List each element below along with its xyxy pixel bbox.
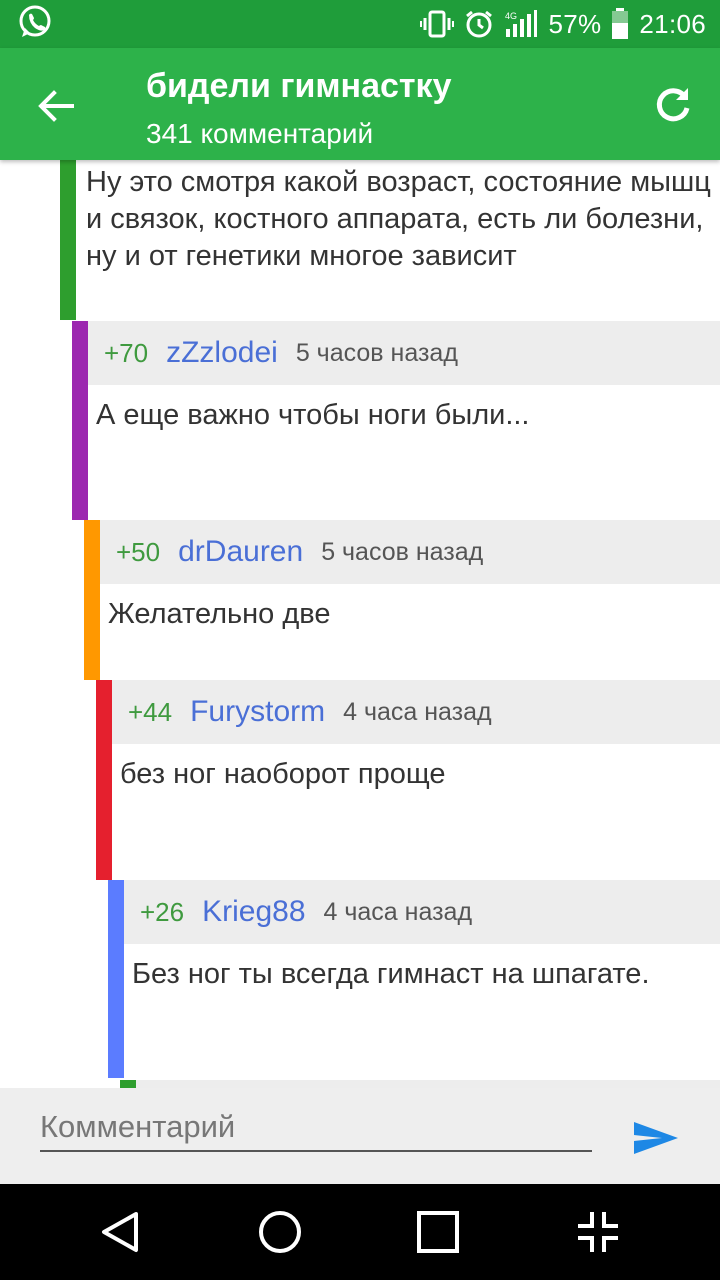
- refresh-icon: [656, 88, 690, 122]
- comment-time: 4 часа назад: [323, 897, 473, 926]
- comment[interactable]: +50 drDauren 5 часов назад Желательно дв…: [0, 520, 720, 680]
- collapse-icon: [578, 1212, 618, 1252]
- comment-author[interactable]: Furystorm: [190, 695, 325, 729]
- send-button[interactable]: [632, 1118, 680, 1158]
- comment: Ну это смотря какой возраст, состояние м…: [0, 160, 720, 320]
- comment-header: +50 drDauren 5 часов назад: [100, 520, 720, 584]
- comment[interactable]: +44 Furystorm 4 часа назад без ног наобо…: [0, 680, 720, 880]
- comment-time: 5 часов назад: [295, 338, 458, 367]
- comment-header: +70 zZzlodei 5 часов назад: [88, 321, 720, 385]
- clock: 21:06: [639, 8, 706, 39]
- nav-home-button[interactable]: [256, 1208, 304, 1256]
- comment-score: +26: [140, 896, 185, 927]
- thread-depth-bar: [72, 321, 88, 520]
- svg-text:4G: 4G: [505, 11, 517, 21]
- status-bar: 4G 57% 21:06: [0, 0, 720, 48]
- nav-collapse-button[interactable]: [574, 1208, 622, 1256]
- back-triangle-icon: [102, 1212, 138, 1252]
- thread-depth-bar: [108, 880, 124, 1078]
- comment-header: +44 Furystorm 4 часа назад: [112, 680, 720, 744]
- comment-score: +44: [128, 696, 173, 727]
- comments-list[interactable]: Ну это смотря какой возраст, состояние м…: [0, 160, 720, 1088]
- refresh-button[interactable]: [652, 84, 694, 126]
- signal-icon: 4G: [504, 9, 538, 39]
- comment-time: 5 часов назад: [321, 537, 484, 566]
- thread-depth-bar: [96, 680, 112, 880]
- comment-text: Без ног ты всегда гимнаст на шпагате.: [132, 958, 650, 990]
- home-circle-icon: [259, 1211, 301, 1253]
- comment-author[interactable]: drDauren: [178, 535, 303, 569]
- alarm-icon: [464, 9, 494, 39]
- back-button[interactable]: [36, 86, 76, 126]
- whatsapp-icon: [16, 3, 54, 46]
- navigation-bar: [0, 1184, 720, 1280]
- thread-depth-bar: [120, 1080, 136, 1088]
- nav-recents-button[interactable]: [414, 1208, 462, 1256]
- comment[interactable]: +70 zZzlodei 5 часов назад А еще важно ч…: [0, 321, 720, 520]
- app-bar: бидели гимнастку 341 комментарий: [0, 48, 720, 160]
- comment-header: +26 Krieg88 4 часа назад: [124, 880, 720, 944]
- recents-square-icon: [417, 1211, 459, 1253]
- comment-input[interactable]: [40, 1104, 592, 1152]
- comment-author[interactable]: Krieg88: [202, 895, 305, 929]
- comment-author[interactable]: zZzlodei: [166, 336, 278, 370]
- comment-input-bar: [0, 1088, 720, 1184]
- comment-score: +70: [104, 337, 149, 368]
- next-comment-stub: [0, 1080, 720, 1088]
- title-block: бидели гимнастку 341 комментарий: [146, 62, 616, 154]
- comment-text: без ног наоборот проще: [120, 758, 446, 790]
- battery-icon: [611, 8, 629, 40]
- comment-count: 341 комментарий: [146, 118, 374, 149]
- thread-depth-bar: [60, 160, 76, 320]
- thread-depth-bar: [84, 520, 100, 680]
- battery-percent: 57%: [548, 8, 602, 39]
- comment-time: 4 часа назад: [343, 697, 492, 726]
- comment[interactable]: +26 Krieg88 4 часа назад Без ног ты всег…: [0, 880, 720, 1078]
- nav-back-button[interactable]: [96, 1208, 144, 1256]
- page-title: бидели гимнастку: [146, 67, 452, 105]
- vibrate-icon: [420, 9, 455, 39]
- comment-score: +50: [116, 536, 161, 567]
- send-icon: [634, 1122, 678, 1154]
- back-arrow-icon: [38, 90, 74, 122]
- comment-text: А еще важно чтобы ноги были...: [96, 399, 530, 431]
- comment-text: Желательно две: [108, 598, 331, 630]
- comment-text: Ну это смотря какой возраст, состояние м…: [86, 166, 711, 272]
